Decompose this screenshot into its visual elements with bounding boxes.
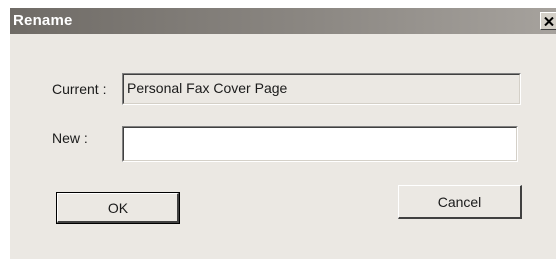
cancel-button[interactable]: Cancel — [398, 185, 522, 219]
current-label: Current : — [52, 81, 107, 97]
ok-button[interactable]: OK — [56, 192, 180, 224]
close-icon — [544, 16, 554, 26]
cancel-button-label: Cancel — [437, 193, 482, 210]
new-label: New : — [52, 130, 88, 146]
title-bar[interactable]: Rename — [10, 8, 556, 34]
rename-dialog: Rename Current : Personal Fax Cover Page… — [10, 8, 556, 259]
dialog-title: Rename — [13, 12, 73, 29]
new-name-input[interactable] — [123, 127, 517, 161]
new-name-field-frame — [122, 126, 518, 162]
ok-button-label: OK — [107, 200, 129, 216]
current-name-value: Personal Fax Cover Page — [127, 80, 288, 96]
close-button[interactable] — [540, 12, 556, 30]
current-name-field: Personal Fax Cover Page — [122, 73, 521, 105]
